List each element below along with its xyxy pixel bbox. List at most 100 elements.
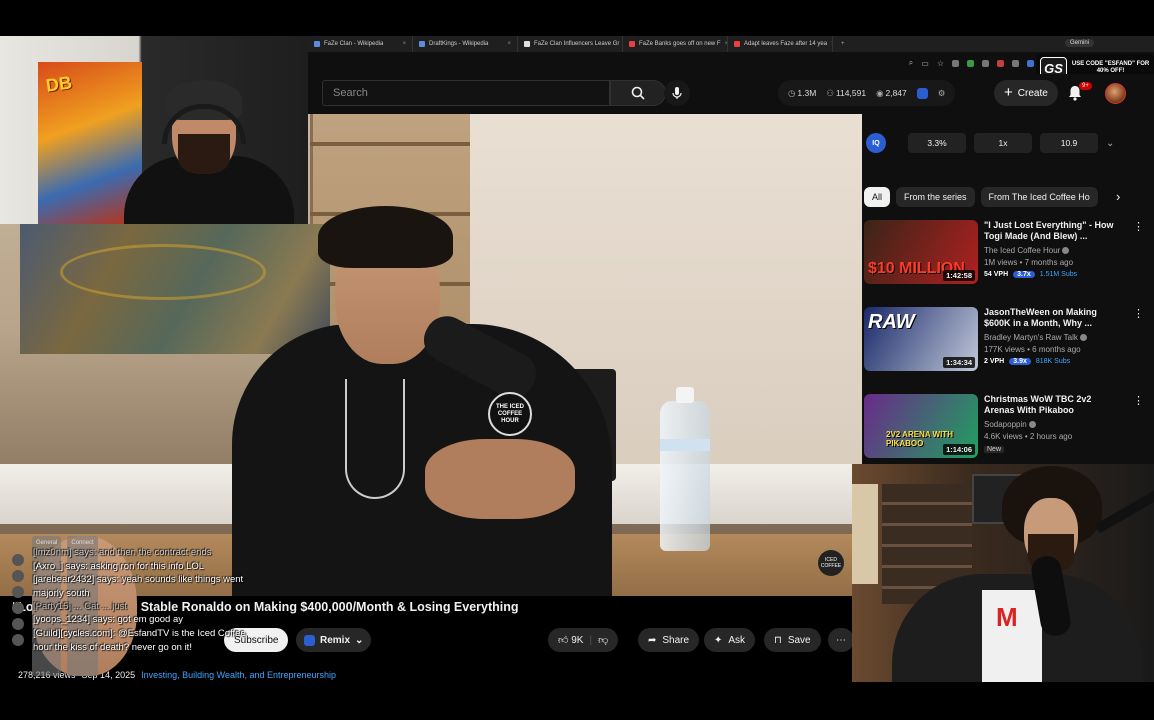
verified-icon [1028, 421, 1036, 429]
video-thumbnail[interactable]: 2V2 ARENA WITH PIKABOO 1:14:06 [864, 394, 978, 458]
channel-name[interactable]: Sodapoppin [984, 419, 1124, 431]
chat-message: [jarebear2432] says: yeah sounds like th… [33, 574, 244, 599]
subs-count: 1.51M Subs [1039, 271, 1078, 278]
tab-favicon-icon [524, 41, 530, 47]
more-vert-icon[interactable]: ⋮ [1133, 394, 1144, 407]
more-vert-icon[interactable]: ⋮ [1133, 220, 1144, 233]
youtube-top-bar: Search ◷ 1.3M ⚇ 114,591 ◉ 2,847 ⚙ + Create 9… [308, 74, 1154, 114]
recommendation-item[interactable]: 2V2 ARENA WITH PIKABOO 1:14:06 Christmas… [864, 394, 1144, 474]
browser-tab[interactable]: FaZe Clan Influencers Leave Gr× [518, 36, 623, 52]
bookmark-star-icon[interactable]: ☆ [937, 59, 944, 68]
extension-icon[interactable] [1027, 59, 1034, 67]
share-label: Share [662, 634, 690, 646]
guest-hair [318, 206, 453, 268]
search-button[interactable] [610, 80, 666, 106]
share-button[interactable]: ➦ Share [638, 628, 700, 652]
channel-name[interactable]: Bradley Martyn's Raw Talk [984, 332, 1124, 344]
extension-icon[interactable] [952, 59, 959, 67]
subs-count: 818K Subs [1035, 358, 1071, 365]
dislike-icon[interactable]: 👎︎ [598, 634, 608, 646]
recommendation-item[interactable]: RAW 1:34:34 JasonTheWeen on Making $600K… [864, 307, 1144, 387]
create-button[interactable]: + Create [994, 80, 1058, 106]
filter-chips: All From the series From The Iced Coffee… [864, 186, 1134, 208]
channel-name[interactable]: The Iced Coffee Hour [984, 245, 1124, 257]
tab-favicon-icon [314, 41, 320, 47]
streamer-figure [120, 66, 300, 224]
shelf-divider [310, 142, 470, 146]
browser-tab[interactable]: DraftKings - Wikipedia × [413, 36, 518, 52]
background-door [852, 484, 878, 584]
close-tab-icon[interactable]: × [507, 41, 511, 47]
zoom-icon[interactable]: ⌕ [909, 58, 913, 68]
new-badge: New [984, 446, 1005, 453]
thumbnail-text: RAW [868, 311, 915, 333]
channel-stats: ◷ 1.3M ⚇ 114,591 ◉ 2,847 ⚙ [778, 80, 956, 106]
sponsor-code-text: USE CODE "ESFAND" FOR 40% OFF! [1071, 61, 1150, 74]
recommendation-title[interactable]: JasonTheWeen on Making $600K in a Month,… [984, 307, 1124, 329]
eye-icon: ◉ [876, 87, 884, 98]
recommendations-sidebar: IQ 3.3% 1x 10.9 ⌄ All From the series Fr… [862, 114, 1154, 464]
extension-icon[interactable] [916, 87, 928, 99]
chevron-down-icon[interactable]: ⌄ [1106, 138, 1114, 149]
user-avatar[interactable] [1105, 83, 1126, 104]
gemini-button[interactable]: Gemini [1064, 39, 1094, 47]
chevron-right-icon[interactable]: › [1116, 189, 1120, 204]
subs-value: 1.3M [797, 87, 817, 98]
browser-tab[interactable]: FaZe Clan - Wikipedia × [308, 36, 413, 52]
bookmark-icon: ⊓ [774, 634, 782, 646]
plus-icon: + [1004, 84, 1013, 101]
remix-label: Remix [320, 634, 351, 646]
video-tags[interactable]: Investing, Building Wealth, and Entrepre… [141, 670, 336, 680]
video-duration: 1:14:06 [943, 444, 975, 455]
watching-stat: ◉ 2,847 [876, 88, 907, 99]
divider: | [589, 634, 593, 646]
ask-button[interactable]: ✦ Ask [704, 628, 756, 652]
multiplier-badge: 3.9x [1009, 358, 1031, 365]
shirt-logo: M [996, 602, 1018, 632]
chat-message: [Party15] ... Cat ... just [33, 601, 127, 613]
extension-icon[interactable] [1012, 59, 1019, 67]
notification-count-badge: 9+ [1079, 82, 1092, 90]
save-button[interactable]: ⊓ Save [764, 628, 821, 652]
search-input[interactable]: Search [322, 80, 610, 106]
iq-percent: 3.3% [908, 133, 966, 153]
chip-from-series[interactable]: From the series [896, 187, 975, 207]
chat-user-icon [12, 554, 24, 566]
remix-button[interactable]: Remix ⌄ [296, 628, 372, 652]
recommendation-title[interactable]: Christmas WoW TBC 2v2 Arenas With Pikabo… [984, 394, 1124, 416]
chat-message: [yoops_1234] says: got em good ay [33, 614, 183, 626]
cast-icon[interactable]: ▭ [921, 59, 929, 68]
chip-from-channel[interactable]: From The Iced Coffee Ho [980, 187, 1098, 207]
tab-label: FaZe Banks goes off on new F [639, 41, 721, 47]
recommendation-item[interactable]: $10 MILLION 1:42:58 "I Just Lost Everyth… [864, 220, 1144, 300]
iq-stats: 2 VPH 3.9x 818K Subs [984, 358, 1124, 365]
chat-user-icon [12, 602, 24, 614]
close-tab-icon[interactable]: × [402, 41, 406, 47]
mic-arm [1094, 484, 1154, 534]
chip-all[interactable]: All [864, 187, 891, 207]
new-tab-button[interactable]: + [833, 41, 853, 47]
recommendation-title[interactable]: "I Just Lost Everything" - How Togi Made… [984, 220, 1124, 242]
voice-search-button[interactable] [664, 80, 690, 106]
vph-value: 2 VPH [984, 358, 1005, 365]
tab-label: FaZe Clan Influencers Leave Gr [534, 41, 620, 47]
video-thumbnail[interactable]: $10 MILLION 1:42:58 [864, 220, 978, 284]
browser-tab[interactable]: Adapt leaves Faze after 14 yea× [728, 36, 833, 52]
like-button[interactable]: 👍︎ 9K [558, 634, 583, 646]
extension-icon[interactable] [967, 59, 974, 67]
more-actions-button[interactable]: ⋯ [828, 628, 854, 652]
ask-label: Ask [728, 634, 746, 646]
vph-value: 54 VPH [984, 271, 1009, 278]
browser-tab[interactable]: FaZe Banks goes off on new F × [623, 36, 728, 52]
more-vert-icon[interactable]: ⋮ [1133, 307, 1144, 320]
iq-score: 10.9 [1040, 133, 1098, 153]
verified-icon [1062, 247, 1070, 255]
extension-icon[interactable] [982, 59, 989, 67]
channel-watermark[interactable]: ICED COFFEE [818, 550, 844, 576]
video-thumbnail[interactable]: RAW 1:34:34 [864, 307, 978, 371]
chat-user-icon [12, 586, 24, 598]
extension-icon[interactable] [997, 59, 1004, 67]
filter-icon[interactable]: ⚙ [938, 88, 946, 99]
iq-logo-icon[interactable]: IQ [866, 133, 886, 153]
share-icon: ➦ [648, 634, 657, 646]
